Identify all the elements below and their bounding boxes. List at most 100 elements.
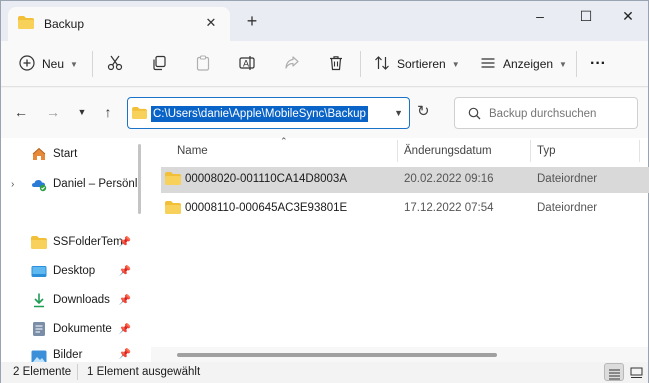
sidebar-item-label: SSFolderTem bbox=[53, 236, 123, 248]
column-divider[interactable] bbox=[530, 140, 531, 162]
column-header-label: Name bbox=[177, 145, 208, 157]
column-divider[interactable] bbox=[397, 140, 398, 162]
details-view-icon bbox=[608, 368, 621, 383]
back-arrow-icon[interactable]: ← bbox=[13, 104, 29, 120]
divider bbox=[77, 364, 78, 380]
sidebar-item-start[interactable]: Start bbox=[31, 141, 165, 167]
column-divider[interactable] bbox=[639, 140, 640, 162]
tiles-view-button[interactable] bbox=[626, 363, 646, 381]
trash-icon bbox=[328, 55, 344, 74]
divider bbox=[576, 51, 577, 77]
details-view-button[interactable] bbox=[604, 363, 624, 381]
file-type: Dateiordner bbox=[537, 173, 598, 185]
sidebar-item-onedrive[interactable]: › Daniel – Persönl bbox=[11, 171, 145, 197]
sidebar-item-label: Dokumente bbox=[53, 323, 112, 335]
folder-icon bbox=[132, 107, 147, 122]
horizontal-scrollbar-thumb[interactable] bbox=[177, 353, 497, 357]
home-icon bbox=[31, 146, 47, 162]
up-arrow-icon[interactable]: ↑ bbox=[100, 104, 116, 120]
scissors-icon bbox=[107, 55, 123, 74]
column-header-name[interactable]: Name bbox=[177, 138, 208, 164]
view-button[interactable]: Anzeigen ▼ bbox=[480, 51, 567, 77]
sort-arrow-icon: ⌃ bbox=[280, 136, 288, 146]
copy-icon bbox=[151, 55, 167, 74]
sidebar-item-label: Start bbox=[53, 148, 78, 160]
maximize-button[interactable]: ☐ bbox=[571, 5, 601, 27]
sidebar-item-label: Desktop bbox=[53, 265, 96, 277]
share-button[interactable] bbox=[284, 51, 300, 77]
pin-icon: 📌 bbox=[118, 265, 131, 277]
item-count: 2 Elemente bbox=[13, 366, 72, 378]
share-icon bbox=[284, 55, 300, 74]
paste-button[interactable] bbox=[195, 51, 211, 77]
search-icon bbox=[468, 107, 481, 123]
folder-icon bbox=[31, 234, 47, 250]
selection-count: 1 Element ausgewählt bbox=[87, 366, 201, 378]
cut-button[interactable] bbox=[107, 51, 123, 77]
sidebar-item-pictures[interactable]: Bilder 📌 bbox=[31, 345, 135, 362]
tab-title: Backup bbox=[44, 17, 85, 31]
table-row[interactable]: 00008020-001110CA14D8003A 20.02.2022 09:… bbox=[161, 167, 649, 193]
search-input[interactable] bbox=[489, 105, 629, 123]
pin-icon: 📌 bbox=[118, 349, 131, 360]
delete-button[interactable] bbox=[328, 51, 344, 77]
download-icon bbox=[31, 292, 47, 308]
forward-arrow-icon[interactable]: → bbox=[45, 104, 61, 120]
file-date: 17.12.2022 07:54 bbox=[404, 202, 494, 214]
divider bbox=[360, 51, 361, 77]
tab-bar: Backup ✕ + – ☐ ✕ bbox=[1, 1, 648, 41]
chevron-right-icon[interactable]: › bbox=[11, 179, 23, 190]
sort-label: Sortieren bbox=[397, 57, 446, 71]
pin-icon: 📌 bbox=[118, 294, 131, 306]
chevron-down-icon: ▼ bbox=[70, 59, 78, 69]
sidebar-item-ssfoldertem[interactable]: SSFolderTem 📌 bbox=[31, 229, 135, 255]
column-header-date[interactable]: Änderungsdatum bbox=[404, 138, 492, 164]
minimize-button[interactable]: – bbox=[525, 5, 555, 27]
new-button[interactable]: Neu ▼ bbox=[19, 51, 78, 77]
chevron-down-icon[interactable]: ▼ bbox=[394, 108, 403, 118]
folder-icon bbox=[165, 172, 181, 188]
column-header-type[interactable]: Typ bbox=[537, 138, 556, 164]
clipboard-icon bbox=[195, 54, 211, 74]
sort-button[interactable]: Sortieren ▼ bbox=[374, 51, 460, 77]
search-box[interactable] bbox=[454, 97, 638, 129]
column-header-label: Typ bbox=[537, 145, 556, 157]
view-label: Anzeigen bbox=[503, 57, 554, 71]
navigation-pane: Start › Daniel – Persönl SSFolderTem 📌 D… bbox=[1, 138, 146, 362]
desktop-icon bbox=[31, 263, 47, 279]
view-list-icon bbox=[480, 55, 496, 74]
command-bar: Neu ▼ A Sortieren ▼ Anzeigen ▼ ··· bbox=[1, 41, 648, 87]
file-date: 20.02.2022 09:16 bbox=[404, 173, 494, 185]
refresh-icon[interactable]: ↻ bbox=[417, 104, 430, 120]
recent-locations-chevron-icon[interactable]: ▼ bbox=[74, 104, 90, 120]
new-tab-button[interactable]: + bbox=[243, 12, 261, 31]
more-options-button[interactable]: ··· bbox=[590, 51, 606, 77]
sort-icon bbox=[374, 55, 390, 74]
sidebar-item-downloads[interactable]: Downloads 📌 bbox=[31, 287, 135, 313]
table-row[interactable]: 00008110-000645AC3E93801E 17.12.2022 07:… bbox=[161, 196, 649, 222]
close-tab-icon[interactable]: ✕ bbox=[204, 16, 218, 30]
chevron-down-icon: ▼ bbox=[559, 59, 567, 69]
address-bar[interactable]: C:\Users\danie\Apple\MobileSync\Backup ▼ bbox=[127, 97, 410, 129]
sidebar-item-desktop[interactable]: Desktop 📌 bbox=[31, 258, 135, 284]
sidebar-item-label: Bilder bbox=[53, 349, 83, 361]
navigation-scrollbar[interactable] bbox=[138, 144, 141, 214]
rename-icon: A bbox=[239, 55, 255, 74]
divider bbox=[92, 51, 93, 77]
tab-backup[interactable]: Backup ✕ bbox=[8, 7, 230, 41]
status-bar: 2 Elemente 1 Element ausgewählt bbox=[1, 362, 648, 383]
pin-icon: 📌 bbox=[118, 236, 131, 248]
tiles-view-icon bbox=[630, 367, 643, 382]
close-window-button[interactable]: ✕ bbox=[613, 5, 643, 27]
copy-button[interactable] bbox=[151, 51, 167, 77]
sidebar-item-label: Downloads bbox=[53, 294, 110, 306]
onedrive-icon bbox=[31, 176, 47, 192]
sidebar-item-label: Daniel – Persönl bbox=[53, 178, 138, 190]
pin-icon: 📌 bbox=[118, 323, 131, 335]
file-type: Dateiordner bbox=[537, 202, 598, 214]
folder-icon bbox=[18, 16, 34, 32]
sidebar-item-documents[interactable]: Dokumente 📌 bbox=[31, 316, 135, 342]
rename-button[interactable]: A bbox=[239, 51, 255, 77]
column-header-label: Änderungsdatum bbox=[404, 145, 492, 157]
address-path-text[interactable]: C:\Users\danie\Apple\MobileSync\Backup bbox=[151, 106, 368, 122]
